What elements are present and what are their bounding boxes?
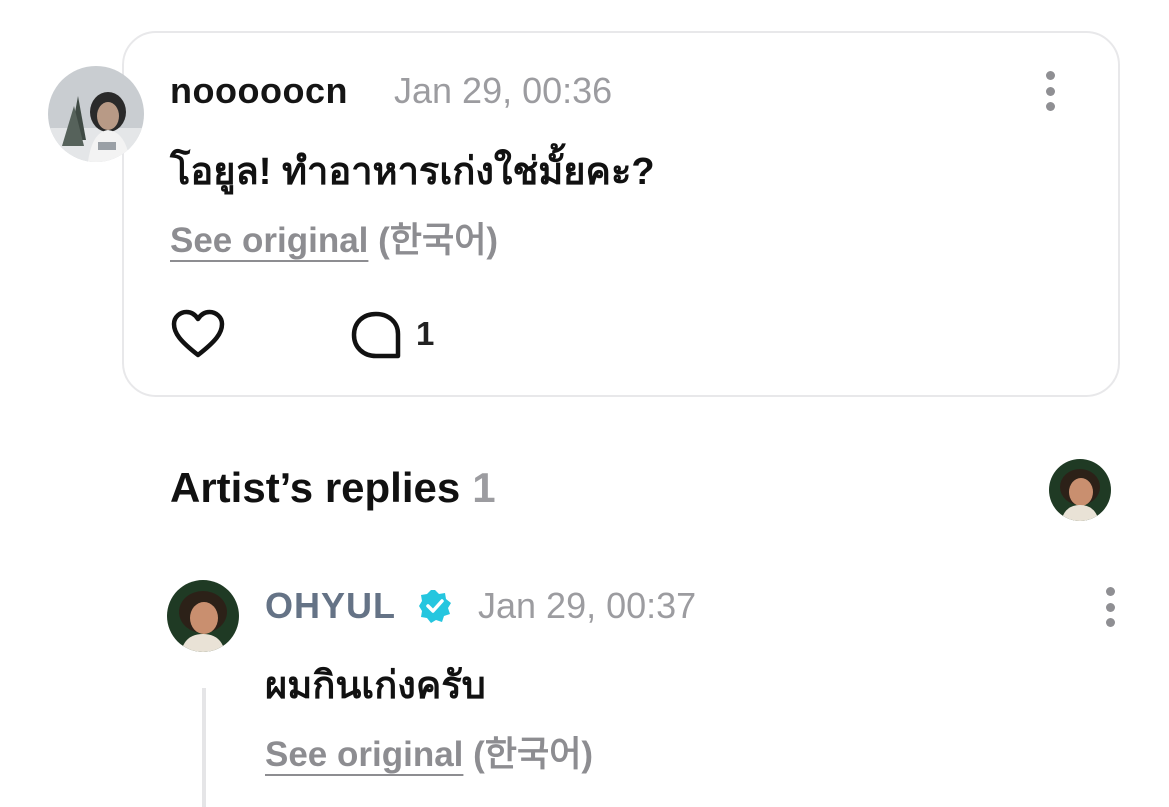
commenter-username[interactable]: nooooocn <box>170 70 348 112</box>
comment-timestamp: Jan 29, 00:36 <box>394 70 613 111</box>
reply-see-original: See original (한국어) <box>265 726 593 777</box>
see-original-link[interactable]: See original <box>170 221 368 260</box>
verified-badge-icon <box>418 589 452 623</box>
comment-text: โอยูล! ทำอาหารเก่งใช่มั้ยคะ? <box>170 151 655 193</box>
heart-outline-icon <box>171 309 225 358</box>
like-button[interactable] <box>170 309 226 359</box>
reply-text: ผมกินเก่งครับ <box>265 665 486 707</box>
speech-bubble-outline-icon <box>351 311 401 359</box>
artist-avatar-small[interactable] <box>1049 459 1111 521</box>
reply-button[interactable]: 1 <box>350 310 450 360</box>
reply-count: 1 <box>416 315 435 352</box>
see-original-link[interactable]: See original <box>265 735 463 774</box>
thread-line <box>202 688 206 807</box>
artist-avatar[interactable] <box>167 580 239 652</box>
artist-replies-title: Artist’s replies <box>170 464 461 511</box>
artist-username[interactable]: OHYUL <box>265 585 396 627</box>
original-language-label: (한국어) <box>378 221 499 260</box>
artist-replies-count: 1 <box>472 464 496 511</box>
comment-more-icon[interactable] <box>1040 67 1060 115</box>
commenter-avatar[interactable] <box>48 66 144 162</box>
artist-replies-heading: Artist’s replies 1 <box>170 464 496 512</box>
reply-more-icon[interactable] <box>1100 583 1120 631</box>
comment-see-original: See original (한국어) <box>170 212 498 263</box>
original-language-label: (한국어) <box>473 735 594 774</box>
reply-timestamp: Jan 29, 00:37 <box>478 585 697 626</box>
